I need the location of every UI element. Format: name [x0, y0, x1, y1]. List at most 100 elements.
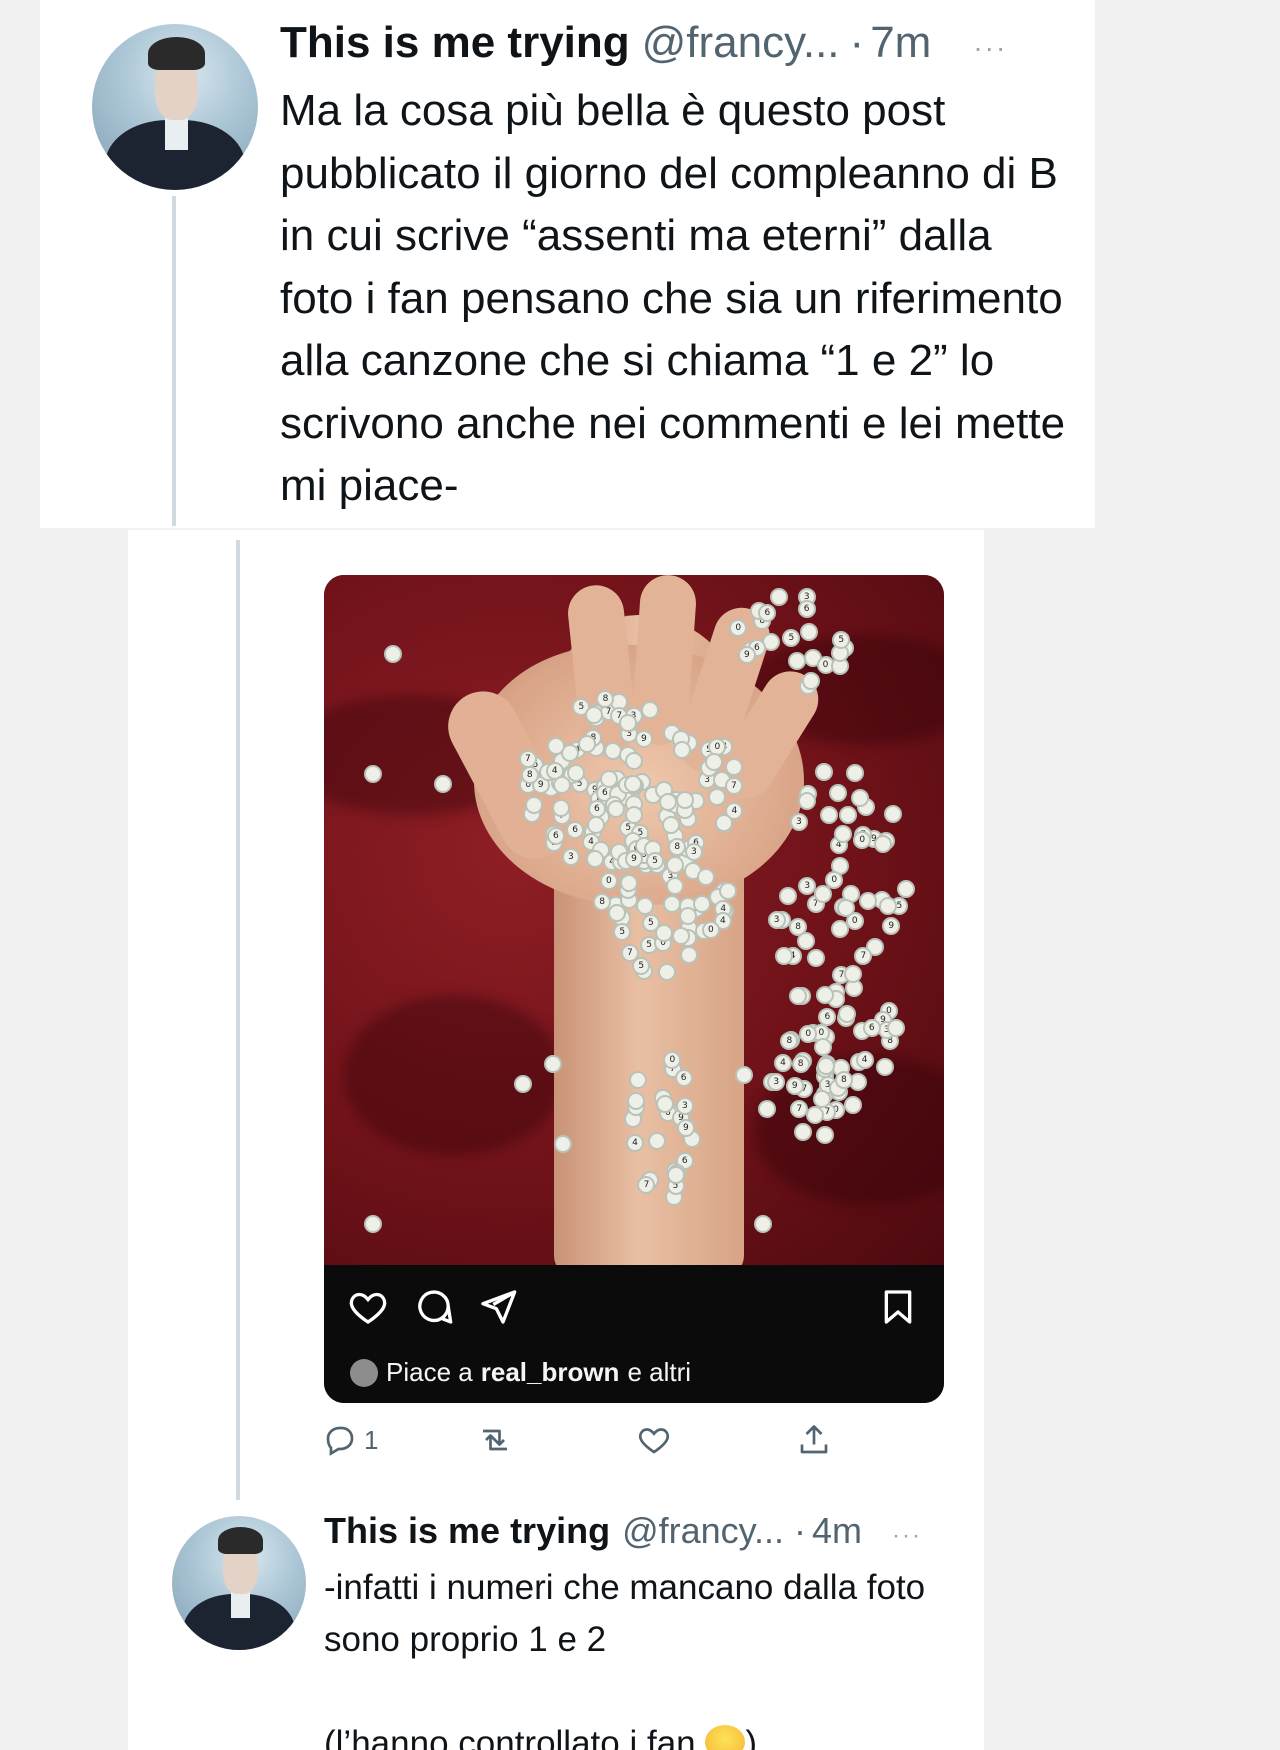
bead: [524, 795, 543, 814]
bead: [554, 1135, 572, 1153]
share-button[interactable]: [796, 1422, 832, 1458]
tweet-header: This is me trying @francy... · 7m ···: [280, 18, 1007, 68]
bead: [636, 896, 655, 915]
bead: 0: [701, 920, 720, 939]
thread-line: [172, 196, 176, 526]
bead: 6: [546, 827, 565, 846]
likes-username[interactable]: real_brown: [481, 1357, 620, 1388]
bead: 6: [797, 599, 816, 618]
bead: [886, 1019, 905, 1038]
display-name[interactable]: This is me trying: [280, 18, 630, 68]
bead: [620, 873, 639, 892]
tweet-text-end: ): [745, 1724, 757, 1750]
bead: [707, 787, 726, 806]
bead: [873, 834, 892, 853]
bead: [704, 753, 723, 772]
bead: 0: [799, 1024, 818, 1043]
bead: 7: [724, 776, 743, 795]
bead: [798, 792, 817, 811]
bead: 3: [675, 1096, 694, 1115]
bead: [659, 792, 678, 811]
timestamp[interactable]: 4m: [812, 1510, 862, 1552]
bead: [364, 1215, 382, 1233]
comment-icon[interactable]: [414, 1287, 454, 1327]
bead: 5: [641, 914, 660, 933]
more-options-icon[interactable]: ···: [973, 32, 1007, 64]
bead: 3: [767, 911, 786, 930]
tweet-action-bar: 1: [322, 1422, 842, 1468]
bead: [815, 1126, 834, 1145]
bead: [896, 879, 915, 898]
tweet-header: This is me trying @francy... · 4m ···: [324, 1510, 922, 1552]
like-button[interactable]: [636, 1422, 672, 1458]
bead: [797, 931, 816, 950]
instagram-post-image[interactable]: 9454764850439755405640976856339097584603…: [324, 575, 944, 1403]
bead: 9: [785, 1076, 804, 1095]
bead: 8: [834, 1071, 853, 1090]
bead: 3: [561, 848, 580, 866]
bead: [665, 876, 684, 895]
bead: 9: [737, 645, 756, 664]
avatar[interactable]: [92, 24, 258, 190]
bead: 8: [791, 1055, 810, 1074]
likes-summary[interactable]: Piace a real_brown e altri: [350, 1357, 691, 1388]
heart-icon[interactable]: [348, 1287, 388, 1327]
bead: 8: [668, 837, 687, 856]
user-handle[interactable]: @francy...: [642, 18, 840, 68]
bead: [816, 1056, 835, 1075]
bead: [876, 1057, 895, 1076]
bead: 8: [520, 766, 539, 785]
bead: [757, 1100, 776, 1119]
tweet-text: Ma la cosa più bella è questo post pubbl…: [280, 86, 1066, 510]
likes-suffix: e altri: [627, 1357, 692, 1387]
bead: [799, 622, 818, 641]
bead: [718, 881, 737, 900]
bead: [434, 775, 452, 793]
bead: [364, 765, 382, 783]
display-name[interactable]: This is me trying: [324, 1510, 610, 1552]
bookmark-icon[interactable]: [878, 1287, 918, 1327]
bead: 4: [855, 1050, 874, 1069]
reply-count: 1: [364, 1424, 379, 1455]
bead: 6: [758, 603, 777, 622]
user-handle[interactable]: @francy...: [622, 1510, 784, 1552]
retweet-button[interactable]: [476, 1422, 514, 1458]
bead: 0: [825, 871, 844, 889]
bead: [514, 1075, 532, 1093]
bead: [599, 769, 618, 788]
likes-prefix: Piace a: [386, 1357, 473, 1387]
bead: [775, 947, 794, 965]
tweet-text-body: -infatti i numeri che mancano dalla foto…: [324, 1568, 926, 1750]
bead: [839, 806, 858, 825]
bead: [836, 899, 855, 918]
bead: [658, 963, 677, 982]
avatar[interactable]: [172, 1516, 306, 1650]
bead: [834, 824, 853, 843]
bead: 6: [862, 1019, 881, 1038]
bead: 3: [767, 1072, 786, 1091]
bead: [552, 776, 571, 795]
liker-avatar: [350, 1358, 378, 1387]
timestamp[interactable]: 7m: [870, 18, 931, 68]
bead: [619, 713, 638, 732]
photo-hand-with-beads: 9454764850439755405640976856339097584603…: [324, 575, 944, 1265]
like-icon: [638, 1428, 670, 1454]
share-icon: [800, 1425, 828, 1454]
bead: [859, 891, 878, 910]
bead: [844, 1096, 863, 1115]
more-options-icon[interactable]: ···: [892, 1522, 922, 1550]
bead: 5: [782, 628, 801, 647]
bead: [829, 784, 848, 803]
bead: [819, 805, 838, 824]
reply-button[interactable]: 1: [322, 1422, 378, 1458]
bead: [815, 985, 834, 1004]
bead: [778, 887, 797, 906]
bead: [812, 1089, 831, 1108]
bead: 5: [646, 851, 665, 870]
bead: [384, 645, 402, 663]
instagram-action-bar: Piace a real_brown e altri: [324, 1265, 944, 1403]
laughing-emoji-icon: [705, 1725, 746, 1750]
share-icon[interactable]: [478, 1287, 518, 1327]
bead: [814, 1037, 833, 1056]
bead: 3: [789, 813, 808, 832]
